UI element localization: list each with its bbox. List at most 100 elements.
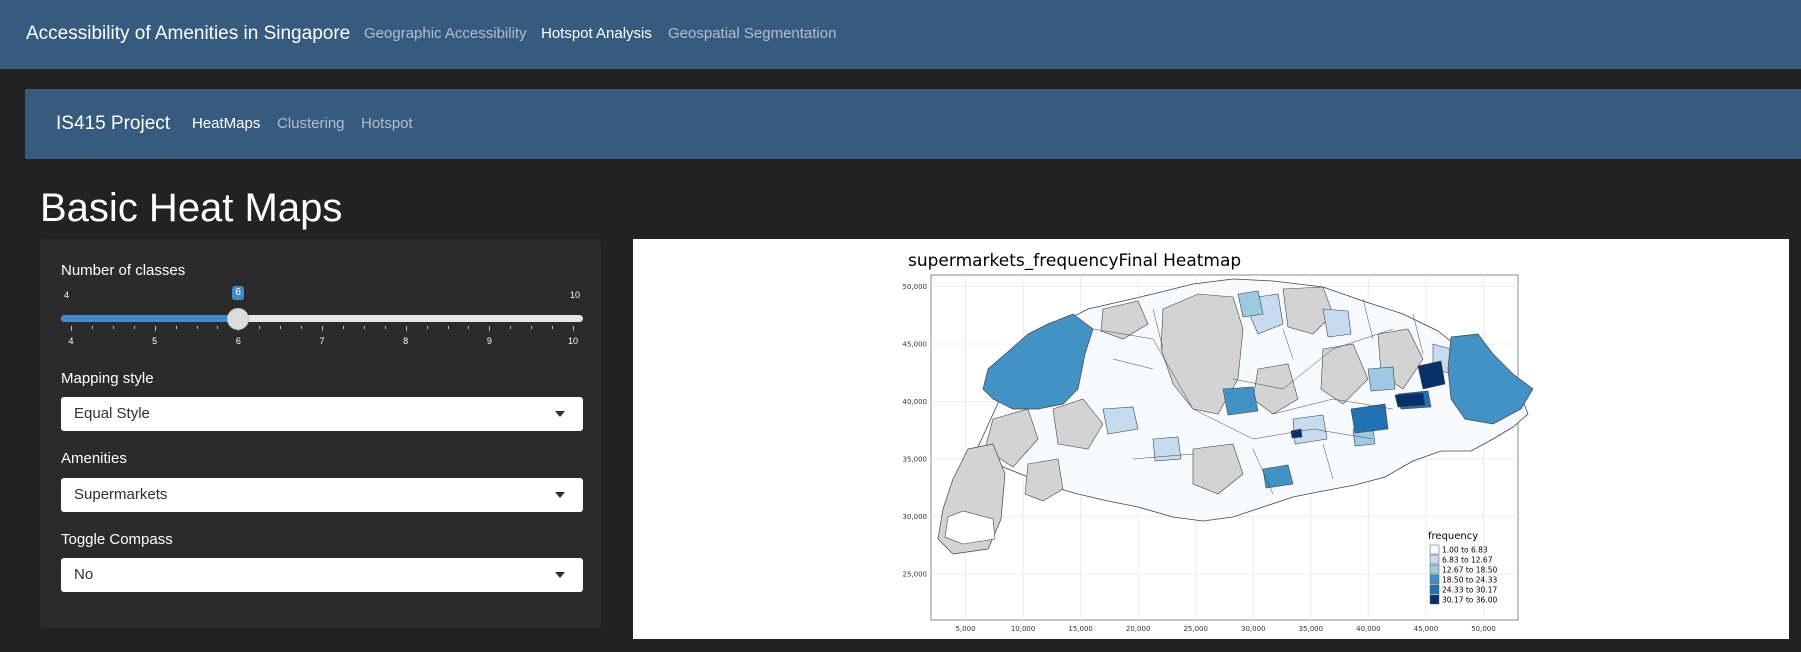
toggle-compass-value: No	[74, 566, 94, 583]
x-tick-label: 15,000	[1068, 625, 1093, 633]
mapping-style-value: Equal Style	[74, 405, 150, 422]
mapping-style-label: Mapping style	[61, 370, 154, 387]
chevron-down-icon	[555, 411, 565, 417]
amenities-value: Supermarkets	[74, 486, 168, 503]
slider-tick-label: 6	[235, 336, 241, 346]
app-brand[interactable]: Accessibility of Amenities in Singapore	[26, 0, 350, 67]
slider-tick	[426, 326, 428, 329]
legend-swatch	[1429, 544, 1440, 555]
slider-tick	[552, 326, 554, 329]
legend-swatch	[1429, 584, 1440, 595]
toggle-compass-label: Toggle Compass	[61, 531, 173, 548]
page-title: Basic Heat Maps	[40, 186, 343, 230]
x-tick-label: 30,000	[1241, 625, 1266, 633]
x-tick-label: 5,000	[956, 625, 976, 633]
slider-tick	[405, 326, 407, 331]
sub-navbar: IS415 Project HeatMaps Clustering Hotspo…	[25, 89, 1801, 159]
chevron-down-icon	[555, 492, 565, 498]
slider-tick	[301, 326, 303, 329]
slider-tick	[489, 326, 491, 331]
top-navbar: Accessibility of Amenities in Singapore …	[0, 0, 1801, 69]
nav-geospatial-segmentation[interactable]: Geospatial Segmentation	[668, 0, 836, 67]
slider-tick-label: 7	[319, 336, 325, 346]
x-tick-label: 35,000	[1299, 625, 1324, 633]
legend-title: frequency	[1428, 531, 1478, 542]
slider-max: 10	[569, 290, 580, 300]
slider-tick	[91, 326, 93, 329]
x-tick-label: 50,000	[1471, 625, 1496, 633]
tab-heatmaps[interactable]: HeatMaps	[192, 89, 260, 159]
slider-min: 4	[64, 290, 70, 300]
y-tick-label: 30,000	[903, 513, 928, 521]
legend-label: 18.50 to 24.33	[1442, 576, 1497, 585]
heatmap-panel: supermarkets_frequencyFinal Heatmap 5,00…	[633, 239, 1789, 639]
y-tick-label: 25,000	[903, 571, 928, 579]
region-medium	[1367, 366, 1396, 392]
legend-swatch	[1429, 564, 1440, 575]
chevron-down-icon	[555, 572, 565, 578]
legend-label: 12.67 to 18.50	[1442, 566, 1497, 575]
slider-tick	[342, 326, 344, 329]
nav-hotspot-analysis[interactable]: Hotspot Analysis	[541, 0, 652, 67]
amenities-label: Amenities	[61, 450, 127, 467]
y-tick-label: 40,000	[903, 398, 928, 406]
y-tick-label: 50,000	[903, 283, 928, 291]
slider-tick-label: 8	[403, 336, 409, 346]
slider-tick	[175, 326, 177, 329]
region-light	[1322, 308, 1352, 338]
legend-label: 30.17 to 36.00	[1442, 596, 1497, 605]
x-tick-label: 20,000	[1126, 625, 1151, 633]
y-tick-label: 35,000	[903, 456, 928, 464]
slider-tick-label: 9	[486, 336, 492, 346]
region-darkest	[1417, 360, 1446, 390]
slider-tick	[112, 326, 114, 329]
tab-hotspot[interactable]: Hotspot	[361, 89, 413, 159]
chart-title: supermarkets_frequencyFinal Heatmap	[908, 251, 1241, 271]
legend-label: 1.00 to 6.83	[1442, 546, 1488, 555]
classes-slider[interactable]: 4 10 6 4 5 6 7 8 9 10	[61, 286, 583, 351]
slider-handle[interactable]	[227, 308, 250, 330]
toggle-compass-select[interactable]: No	[61, 558, 583, 592]
slider-tick	[573, 326, 574, 331]
region-strong	[1222, 386, 1259, 416]
slider-tick	[468, 326, 470, 329]
project-brand[interactable]: IS415 Project	[56, 89, 170, 159]
legend-swatch	[1429, 554, 1440, 565]
heatmap-plot: supermarkets_frequencyFinal Heatmap 5,00…	[903, 251, 1534, 633]
tab-clustering[interactable]: Clustering	[277, 89, 345, 159]
legend-swatch	[1429, 574, 1440, 585]
slider-tick	[531, 326, 533, 329]
slider-tick	[71, 326, 72, 331]
slider-tick	[447, 326, 449, 329]
region-light	[1102, 406, 1139, 435]
region-darkest	[1394, 392, 1426, 408]
slider-value: 6	[232, 286, 244, 300]
slider-tick	[384, 326, 386, 329]
slider-fill	[61, 315, 239, 322]
x-tick-label: 25,000	[1183, 625, 1208, 633]
slider-tick-label: 5	[152, 336, 158, 346]
region-light	[1152, 436, 1182, 462]
slider-tick	[217, 326, 219, 329]
y-tick-label: 45,000	[903, 341, 928, 349]
slider-tick-label: 10	[567, 336, 579, 346]
slider-tick	[154, 326, 156, 331]
region-strong	[1262, 464, 1294, 489]
slider-tick-label: 4	[68, 336, 74, 346]
slider-tick	[259, 326, 261, 329]
slider-tick	[196, 326, 198, 329]
mapping-style-select[interactable]: Equal Style	[61, 397, 583, 431]
sidebar-panel: Number of classes 4 10 6 4 5 6 7 8 9 10 Mappin…	[40, 239, 601, 628]
amenities-select[interactable]: Supermarkets	[61, 478, 583, 512]
legend-label: 6.83 to 12.67	[1442, 556, 1493, 565]
x-tick-label: 45,000	[1414, 625, 1439, 633]
slider-tick	[510, 326, 512, 329]
legend-swatch	[1429, 594, 1440, 605]
slider-tick	[322, 326, 323, 331]
region-darker	[1350, 403, 1389, 434]
x-tick-label: 40,000	[1356, 625, 1381, 633]
legend-label: 24.33 to 30.17	[1442, 586, 1497, 595]
slider-tick	[280, 326, 282, 329]
nav-geographic-accessibility[interactable]: Geographic Accessibility	[364, 0, 527, 67]
slider-tick	[133, 326, 135, 329]
